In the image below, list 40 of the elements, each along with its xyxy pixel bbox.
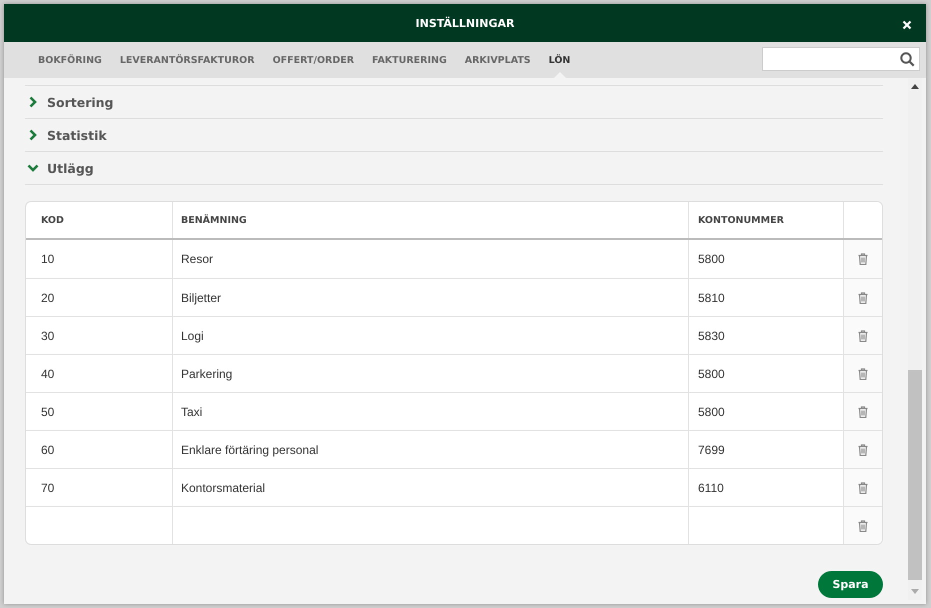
- search-field[interactable]: [762, 47, 920, 71]
- table-cell: Biljetter: [173, 279, 689, 316]
- tab[interactable]: ARKIVPLATS: [456, 42, 539, 78]
- table-cell: 70: [26, 469, 173, 506]
- save-button[interactable]: Spara: [818, 571, 883, 598]
- trash-icon[interactable]: [858, 444, 868, 456]
- table-cell: 10: [26, 240, 173, 278]
- trash-icon[interactable]: [858, 482, 868, 494]
- table-cell: Kontorsmaterial: [173, 469, 689, 506]
- table-cell: 30: [26, 317, 173, 354]
- table-cell: 20: [26, 279, 173, 316]
- scroll-up-arrow-icon[interactable]: [911, 84, 919, 89]
- table-cell: Taxi: [173, 393, 689, 430]
- trash-icon[interactable]: [858, 368, 868, 380]
- tab[interactable]: OFFERT/ORDER: [264, 42, 362, 78]
- column-header: BENÄMNING: [173, 202, 689, 238]
- table-cell: 50: [26, 393, 173, 430]
- table-cell: Parkering: [173, 355, 689, 392]
- close-button[interactable]: [902, 18, 912, 28]
- tab[interactable]: FAKTURERING: [364, 42, 455, 78]
- column-header: KOD: [26, 202, 173, 238]
- scroll-down-arrow-icon[interactable]: [911, 589, 919, 594]
- table-cell: Logi: [173, 317, 689, 354]
- accordion-header[interactable]: Sortering: [25, 86, 883, 119]
- tab[interactable]: LEVERANTÖRSFAKTUROR: [112, 42, 263, 78]
- table-cell: Enklare förtäring personal: [173, 431, 689, 468]
- tab[interactable]: LÖN: [540, 42, 578, 78]
- table-cell: 40: [26, 355, 173, 392]
- window-title: INSTÄLLNINGAR: [416, 16, 514, 30]
- trash-icon[interactable]: [858, 520, 868, 532]
- accordion-header[interactable]: Utlägg: [25, 152, 883, 185]
- trash-icon[interactable]: [858, 330, 868, 342]
- trash-icon[interactable]: [858, 292, 868, 304]
- tab[interactable]: BOKFÖRING: [30, 42, 110, 78]
- table-cell: 60: [26, 431, 173, 468]
- search-icon[interactable]: [900, 52, 915, 66]
- table-cell: Resor: [173, 240, 689, 278]
- trash-icon[interactable]: [858, 406, 868, 418]
- accordion-header[interactable]: Statistik: [25, 119, 883, 152]
- trash-icon[interactable]: [858, 253, 868, 265]
